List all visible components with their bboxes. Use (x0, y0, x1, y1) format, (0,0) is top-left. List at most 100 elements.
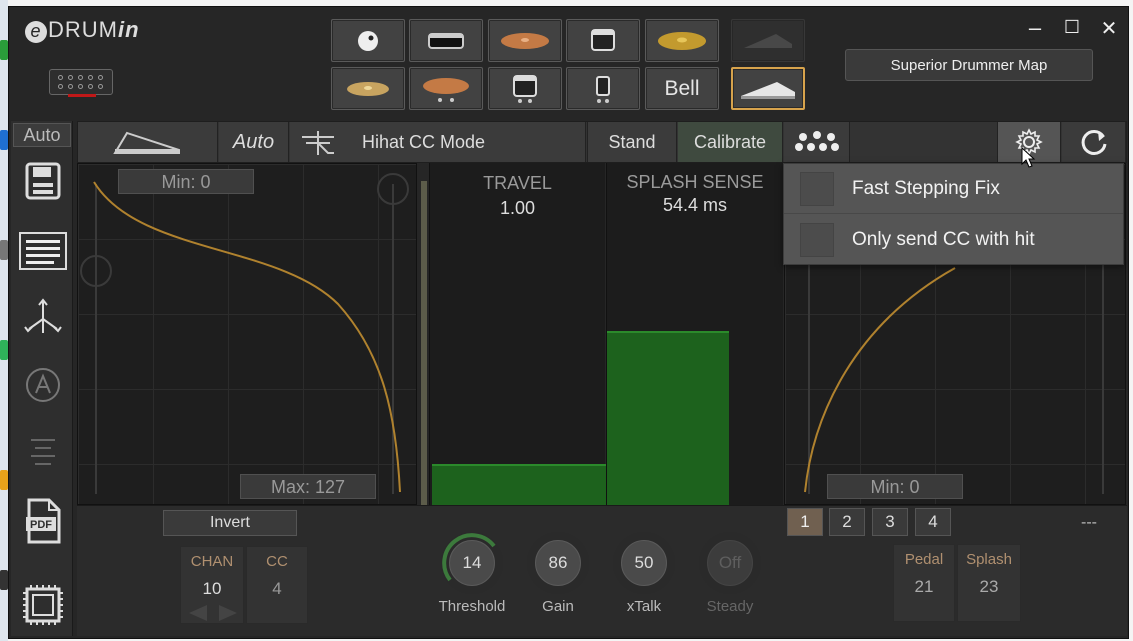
min-label: Min: 0 (118, 169, 254, 194)
snare-icon (428, 32, 464, 49)
left-curve-graph[interactable]: Min: 0 Max: 127 (77, 163, 417, 505)
superior-drummer-map-label: Superior Drummer Map (890, 56, 1048, 74)
pedal-cell[interactable]: Pedal 21 (893, 544, 955, 622)
bell-label: Bell (664, 76, 700, 100)
pad-tom2-button[interactable] (488, 67, 562, 110)
invert-label: Invert (209, 514, 250, 531)
steady-knob[interactable]: Off (699, 532, 761, 594)
pedal-label: Pedal (904, 551, 944, 568)
threshold-value: 14 (449, 540, 495, 586)
edrumin-logo: e DRUMin (25, 17, 140, 43)
settings-menu: Fast Stepping Fix Only send CC with hit (783, 163, 1124, 265)
pad-hihat-pedal-button[interactable] (731, 67, 805, 110)
chan-cell[interactable]: CHAN 10 (180, 546, 244, 624)
right-min-label: Min: 0 (827, 474, 963, 499)
invert-button[interactable]: Invert (163, 510, 297, 536)
pad-toolbar: Auto Hihat CC Mode Stand Calibrate (77, 121, 1127, 163)
status-dashes: --- (1081, 514, 1097, 531)
midi-connector-icon[interactable] (49, 69, 113, 97)
kit-layout-button[interactable] (784, 122, 850, 162)
minimize-button[interactable]: – (1021, 15, 1049, 41)
align-button[interactable] (16, 433, 70, 473)
steady-label: Steady (706, 598, 754, 615)
desktop-icon (0, 570, 8, 590)
bottom-panel: Invert CHAN 10 CC 4 14 Threshold 86 Gain… (77, 505, 1127, 636)
crash-cymbal-icon (501, 32, 549, 49)
calibrate-label: Calibrate (693, 131, 767, 152)
superior-drummer-map-button[interactable]: Superior Drummer Map (845, 49, 1093, 81)
minimize-icon: – (1028, 15, 1042, 40)
pad-crash-button[interactable] (488, 19, 562, 62)
zone-tab-2[interactable]: 2 (829, 508, 865, 536)
pad-ride-button[interactable] (645, 19, 719, 62)
gain-knob[interactable]: 86 (527, 532, 589, 594)
pedal-type-button[interactable] (78, 122, 218, 162)
zone-tab-4[interactable]: 4 (915, 508, 951, 536)
tom2-icon (513, 74, 537, 103)
hardware-button[interactable] (16, 581, 70, 629)
pdf-manual-button[interactable]: PDF (16, 497, 70, 545)
sidebar: Auto PDF (11, 121, 73, 636)
only-send-cc-checkbox[interactable] (800, 223, 834, 257)
splash-value: 23 (979, 577, 999, 596)
cc-cell[interactable]: CC 4 (246, 546, 308, 624)
desktop-icon (0, 40, 8, 60)
chan-stepper-arrows[interactable] (185, 603, 241, 623)
close-button[interactable]: ✕ (1095, 16, 1123, 41)
routing-button[interactable] (16, 297, 70, 337)
fast-stepping-fix-checkbox[interactable] (800, 171, 834, 206)
pad-trigger-button[interactable] (331, 19, 405, 62)
maximize-button[interactable]: ☐ (1058, 17, 1086, 38)
auto-toggle[interactable]: Auto (13, 123, 71, 147)
tom3-icon (596, 75, 610, 103)
xtalk-knob[interactable]: 50 (613, 532, 675, 594)
response-curve (80, 173, 409, 494)
pad-pedal-disabled-button[interactable] (731, 19, 805, 62)
hihat-cymbal-icon (347, 81, 389, 96)
toolbar-auto-label: Auto (232, 130, 275, 153)
threshold-label: Threshold (438, 598, 506, 615)
chip-icon (23, 585, 63, 625)
travel-meter: TRAVEL 1.00 (429, 163, 606, 505)
trigger-dot-icon (358, 30, 378, 51)
crash2-cymbal-icon (423, 77, 469, 102)
xtalk-value: 50 (621, 540, 667, 586)
list-view-button[interactable] (16, 229, 70, 273)
desktop-icon (0, 240, 8, 260)
splash-label: Splash (966, 551, 1012, 568)
threshold-knob[interactable]: 14 (441, 532, 503, 594)
auto-button[interactable]: Auto (219, 122, 289, 162)
pad-snare-button[interactable] (409, 19, 483, 62)
stand-button[interactable]: Stand (587, 122, 677, 162)
hihat-cc-mode-label: Hihat CC Mode (362, 131, 486, 152)
splash-sense-value: 54.4 ms (662, 195, 728, 215)
pad-tom-button[interactable] (566, 19, 640, 62)
travel-scrollbar[interactable] (421, 181, 427, 505)
refresh-button[interactable] (1062, 122, 1126, 162)
zone-tab-3[interactable]: 3 (872, 508, 908, 536)
splash-sense-bar (607, 331, 729, 505)
pad-crash2-button[interactable] (409, 67, 483, 110)
hihat-cc-mode-select[interactable]: Hihat CC Mode (290, 122, 586, 162)
cc-value: 4 (272, 579, 282, 598)
cc-label: CC (266, 553, 288, 570)
calibrate-button[interactable]: Calibrate (678, 122, 783, 162)
kit-dots-icon (794, 131, 839, 151)
pedal-type-icon (112, 131, 180, 154)
xtalk-label: xTalk (626, 598, 662, 615)
pad-hihat-button[interactable] (331, 67, 405, 110)
pad-bell-button[interactable]: Bell (645, 67, 719, 110)
only-send-cc-option[interactable]: Only send CC with hit (784, 215, 1123, 265)
pad-tom3-button[interactable] (566, 67, 640, 110)
save-button[interactable] (16, 159, 70, 203)
travel-title: TRAVEL (483, 173, 552, 193)
desktop-icon (0, 340, 8, 360)
splash-sense-meter: SPLASH SENSE 54.4 ms (606, 163, 783, 505)
auto-mode-button[interactable] (16, 365, 70, 405)
splash-cell[interactable]: Splash 23 (957, 544, 1021, 622)
travel-bar (432, 464, 606, 505)
desktop-icon (0, 470, 8, 490)
list-icon (19, 232, 67, 270)
zone-tab-1[interactable]: 1 (787, 508, 823, 536)
fast-stepping-fix-option[interactable]: Fast Stepping Fix (784, 164, 1123, 214)
